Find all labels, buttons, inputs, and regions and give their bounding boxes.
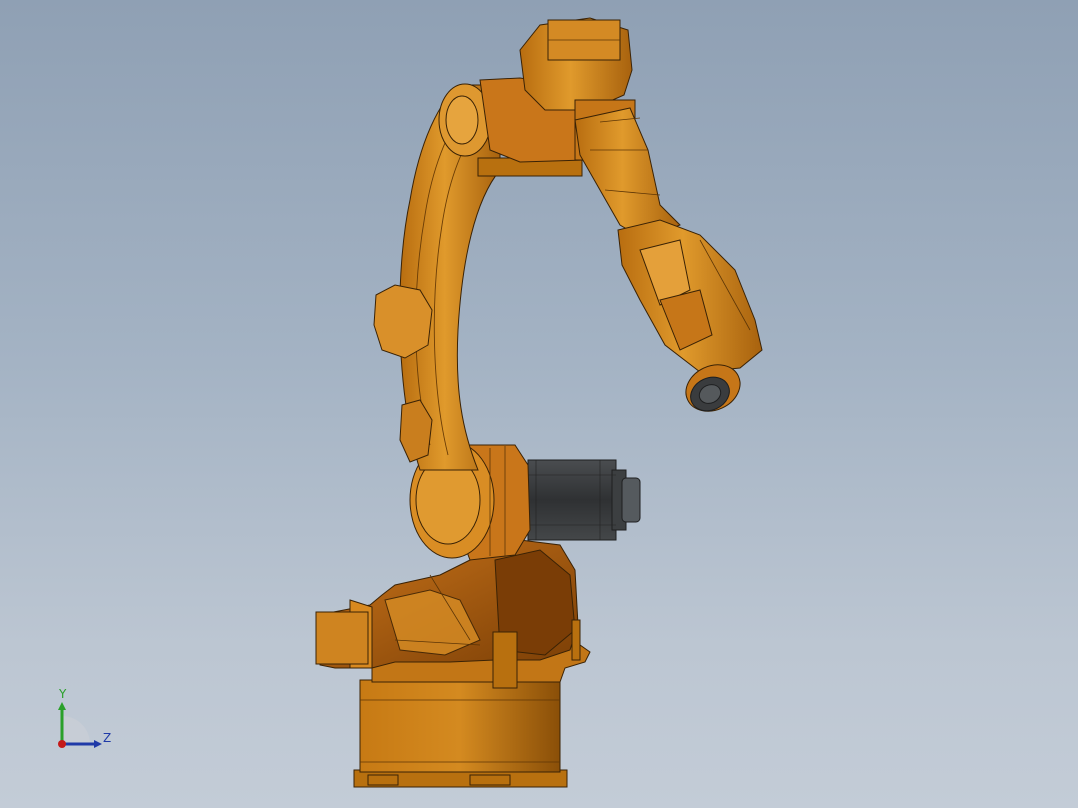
- base-pedestal: [353, 679, 568, 788]
- graphics-viewport[interactable]: Y Z: [0, 0, 1078, 808]
- lower-arm: [373, 83, 501, 471]
- turret: [315, 539, 591, 689]
- forearm: [574, 107, 681, 241]
- robot-arm-model[interactable]: [0, 0, 1078, 808]
- y-axis-label: Y: [59, 687, 67, 701]
- wrist: [617, 219, 763, 373]
- view-orientation-triad: Y Z: [44, 680, 124, 760]
- x-axis-dot: [58, 740, 66, 748]
- axis-motor: [527, 459, 641, 541]
- triad-axes: [58, 702, 102, 748]
- z-axis-label: Z: [103, 731, 112, 745]
